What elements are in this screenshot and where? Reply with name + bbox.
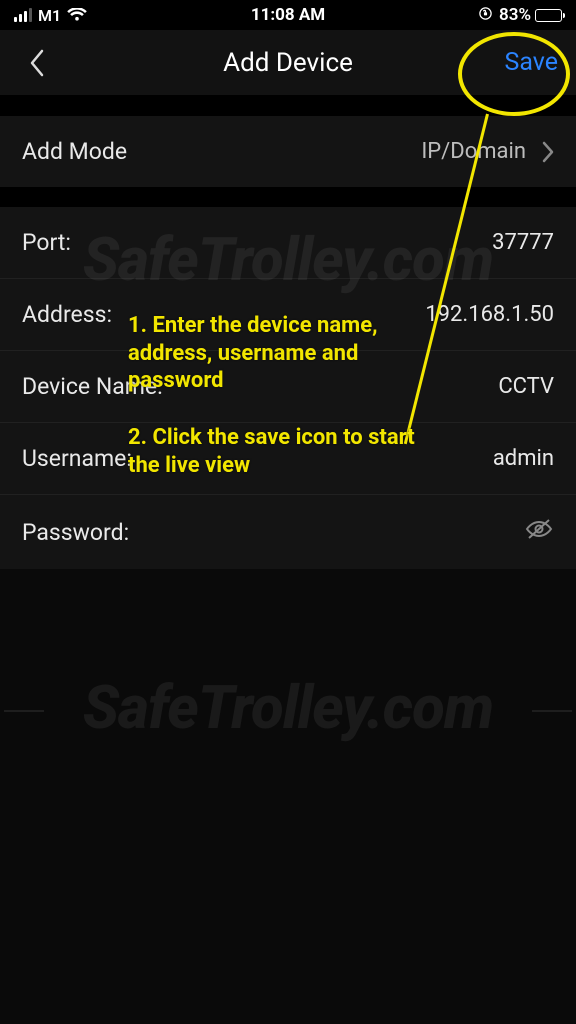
password-label: Password: xyxy=(22,519,129,546)
wifi-icon xyxy=(67,8,87,22)
address-label: Address: xyxy=(22,301,112,328)
chevron-right-icon xyxy=(542,141,554,163)
cellular-signal-icon xyxy=(14,8,32,22)
watermark-rule xyxy=(532,710,572,712)
username-row[interactable]: Username: admin xyxy=(0,423,576,495)
add-mode-row[interactable]: Add Mode IP/Domain xyxy=(0,116,576,187)
watermark-rule xyxy=(4,710,44,712)
device-name-label: Device Name: xyxy=(22,373,163,400)
username-value: admin xyxy=(493,446,554,471)
battery-percent: 83% xyxy=(499,5,531,25)
back-button[interactable] xyxy=(14,30,59,95)
nav-header: Add Device Save xyxy=(0,30,576,96)
port-row[interactable]: Port: 37777 xyxy=(0,207,576,279)
save-button[interactable]: Save xyxy=(505,30,558,95)
add-mode-label: Add Mode xyxy=(22,138,127,165)
address-row[interactable]: Address: 192.168.1.50 xyxy=(0,279,576,351)
device-name-value: CCTV xyxy=(498,374,554,399)
add-mode-value: IP/Domain xyxy=(421,139,526,164)
port-label: Port: xyxy=(22,229,71,256)
page-title: Add Device xyxy=(223,48,353,78)
chevron-left-icon xyxy=(28,48,45,78)
port-value: 37777 xyxy=(492,230,554,255)
eye-off-icon[interactable] xyxy=(524,517,554,547)
carrier-label: M1 xyxy=(38,6,61,25)
watermark-text: SafeTrolley.com xyxy=(0,672,576,743)
address-value: 192.168.1.50 xyxy=(425,302,554,327)
battery-icon xyxy=(535,9,562,22)
password-row[interactable]: Password: xyxy=(0,495,576,569)
username-label: Username: xyxy=(22,445,132,472)
status-bar: M1 11:08 AM 83% xyxy=(0,0,576,30)
device-name-row[interactable]: Device Name: CCTV xyxy=(0,351,576,423)
rotation-lock-icon xyxy=(478,6,493,25)
